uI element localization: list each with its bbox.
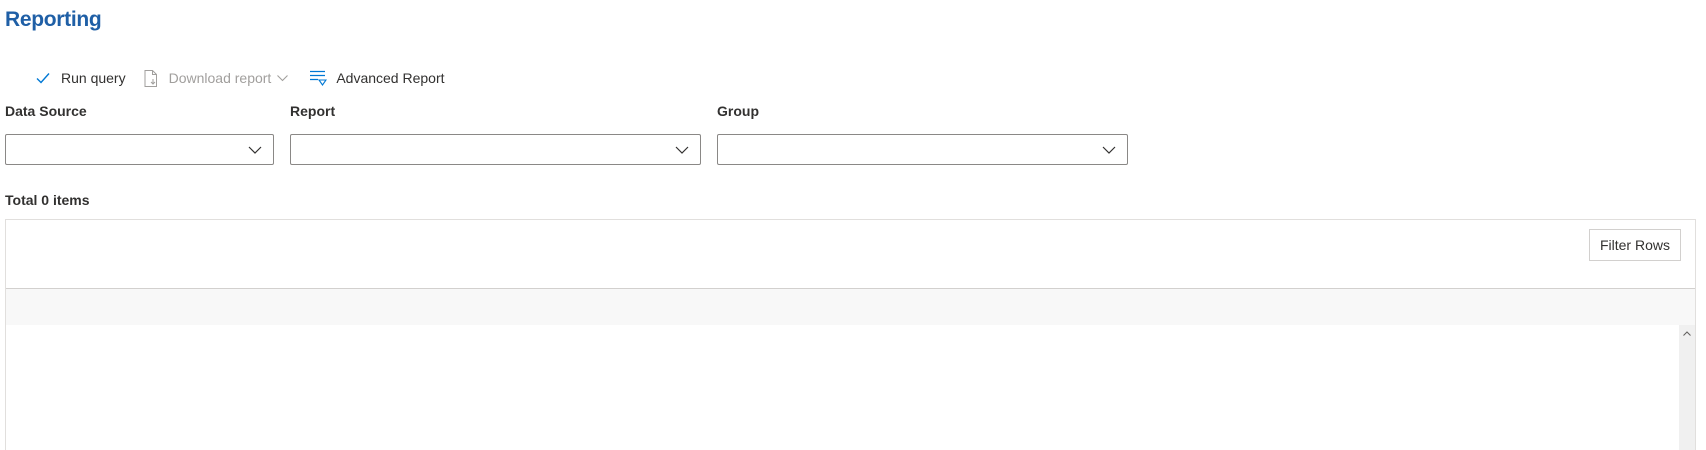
group-label: Group bbox=[717, 103, 759, 119]
filter-lines-icon bbox=[308, 68, 328, 88]
scroll-up-arrow-icon[interactable] bbox=[1679, 325, 1695, 341]
document-download-icon bbox=[141, 68, 161, 88]
chevron-down-icon bbox=[1102, 146, 1116, 154]
grid-header-row bbox=[6, 288, 1695, 325]
data-source-dropdown[interactable] bbox=[5, 134, 274, 165]
vertical-scrollbar[interactable] bbox=[1679, 325, 1695, 450]
run-query-label: Run query bbox=[61, 70, 126, 86]
filter-rows-button[interactable]: Filter Rows bbox=[1589, 229, 1681, 261]
checkmark-icon bbox=[33, 68, 53, 88]
download-report-button: Download report bbox=[141, 66, 289, 90]
toolbar: Run query Download report Advanced Repor… bbox=[33, 66, 445, 90]
total-items-count: Total 0 items bbox=[5, 192, 90, 208]
group-dropdown[interactable] bbox=[717, 134, 1128, 165]
data-source-label: Data Source bbox=[5, 103, 87, 119]
report-label: Report bbox=[290, 103, 336, 119]
report-dropdown[interactable] bbox=[290, 134, 701, 165]
reporting-page: Reporting Run query Download report Adva… bbox=[0, 0, 1706, 450]
run-query-button[interactable]: Run query bbox=[33, 66, 126, 90]
page-title: Reporting bbox=[5, 8, 102, 31]
results-grid: Filter Rows bbox=[5, 219, 1696, 450]
advanced-report-label: Advanced Report bbox=[336, 70, 445, 86]
chevron-down-icon bbox=[248, 146, 262, 154]
download-report-label: Download report bbox=[168, 70, 272, 86]
chevron-down-icon bbox=[675, 146, 689, 154]
advanced-report-button[interactable]: Advanced Report bbox=[308, 66, 445, 90]
chevron-down-icon bbox=[277, 74, 289, 82]
